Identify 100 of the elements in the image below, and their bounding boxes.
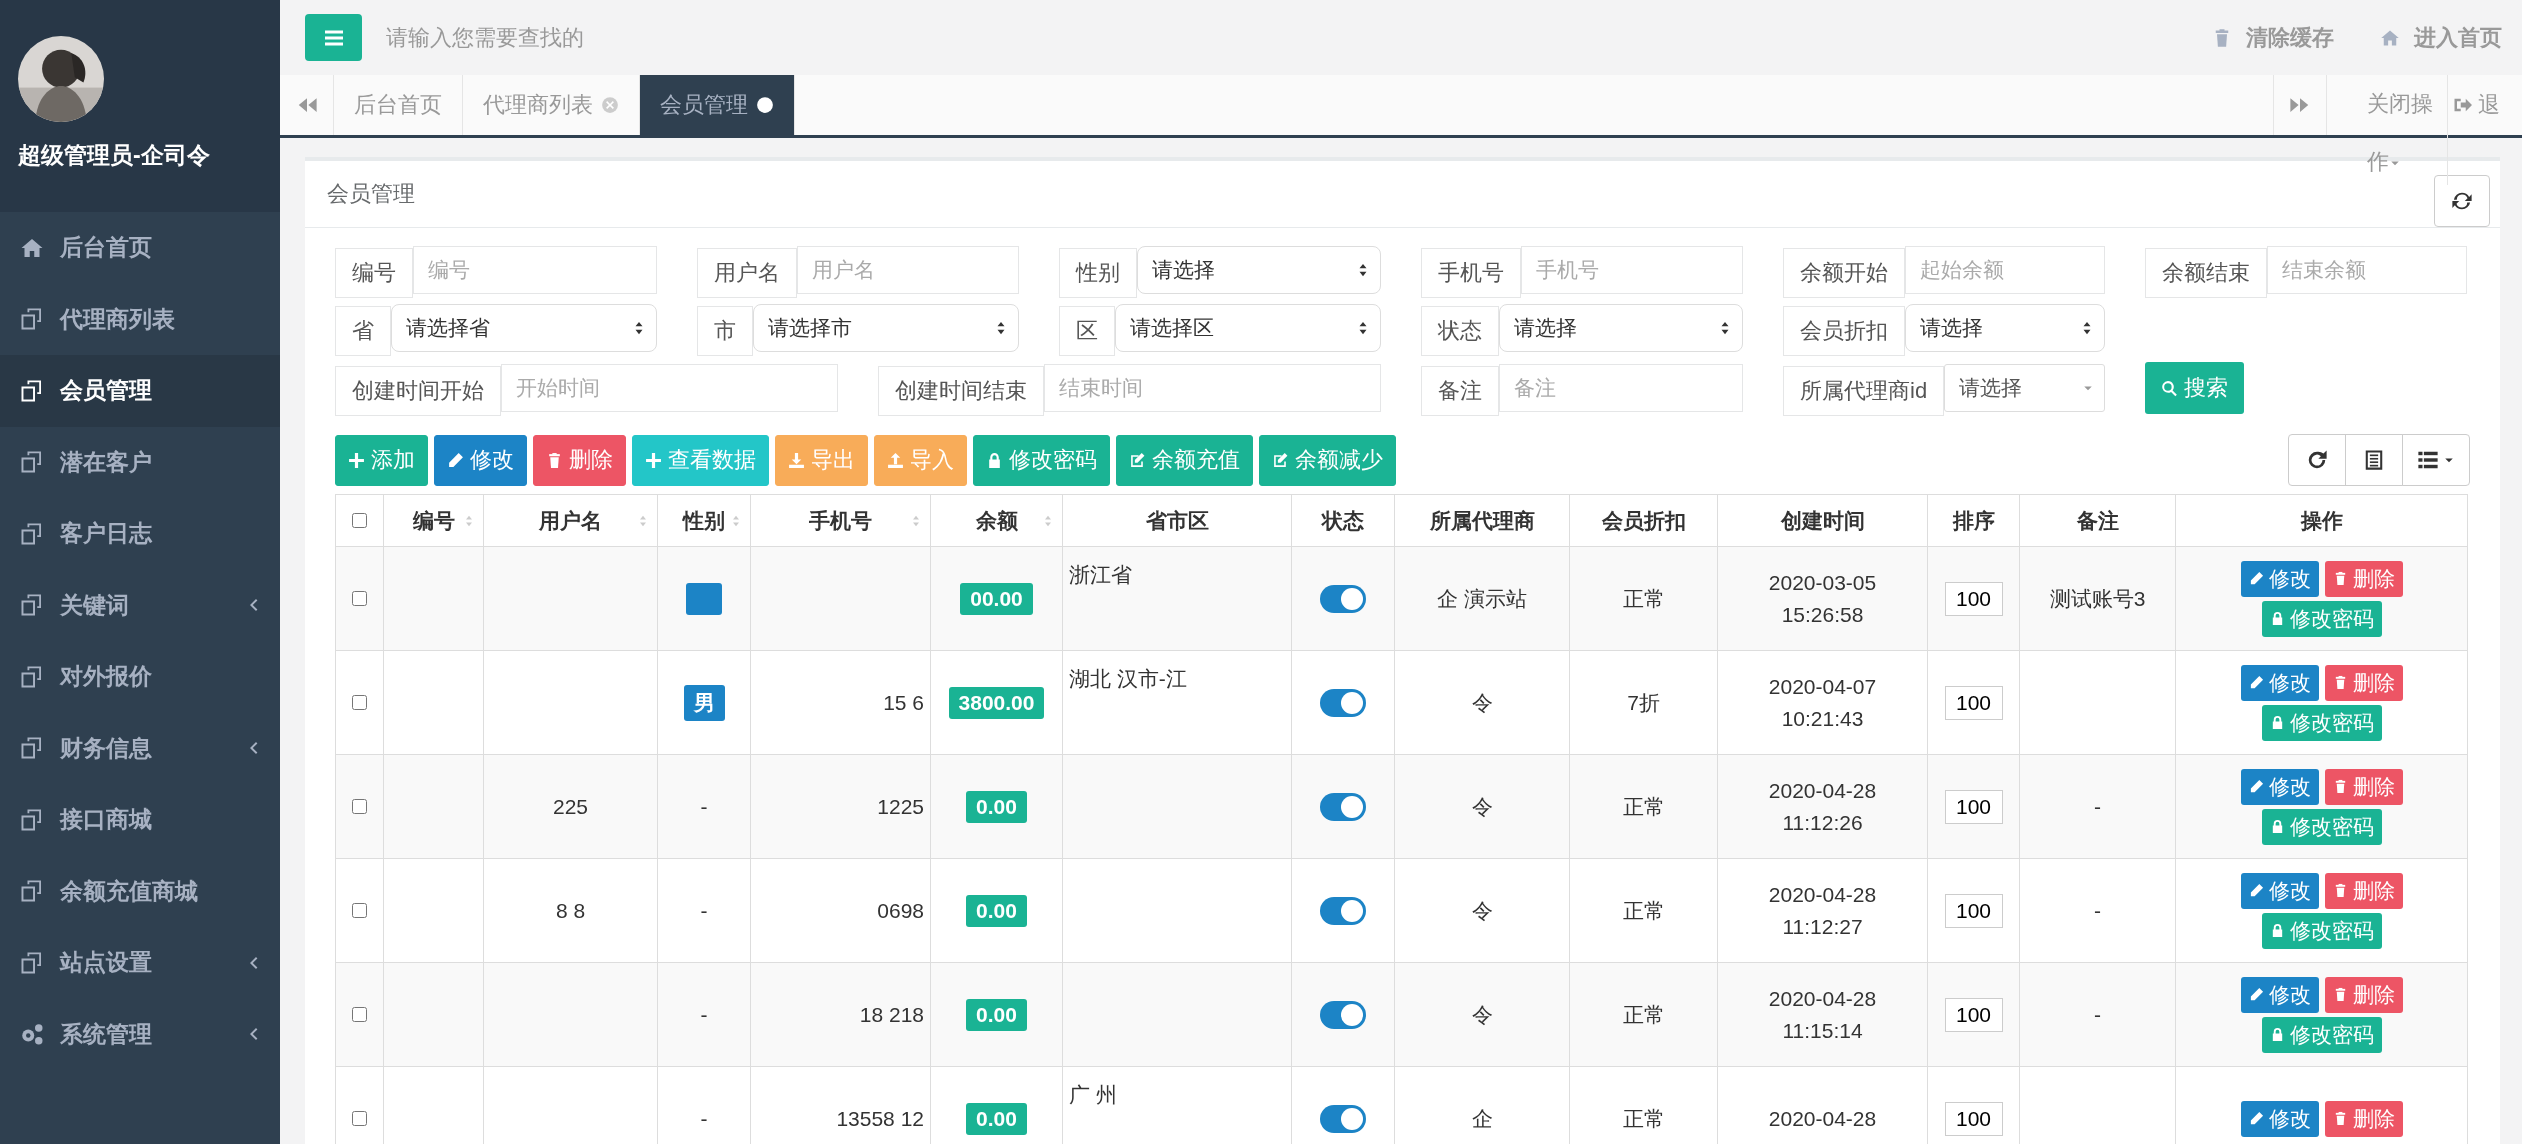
- sort-input[interactable]: 100: [1944, 893, 2003, 928]
- column-header[interactable]: 备注: [2019, 494, 2176, 547]
- row-checkbox[interactable]: [352, 1110, 367, 1126]
- toolbar-button[interactable]: 添加: [335, 434, 428, 486]
- sort-input[interactable]: 100: [1944, 685, 2003, 720]
- toggle-switch[interactable]: [1320, 688, 1366, 717]
- toggle-view-button[interactable]: [2345, 434, 2403, 486]
- toolbar-button[interactable]: 余额减少: [1259, 434, 1396, 486]
- select-field[interactable]: 请选择: [1944, 364, 2105, 412]
- input-field[interactable]: 备注: [1499, 364, 1743, 412]
- action-button[interactable]: 修改密码: [2261, 704, 2382, 741]
- sort-input[interactable]: 100: [1944, 581, 2003, 616]
- action-button[interactable]: 删除: [2324, 664, 2403, 701]
- menu-button[interactable]: [305, 14, 362, 61]
- header-link[interactable]: 进入首页: [2380, 22, 2502, 53]
- date-field[interactable]: 结束时间: [1044, 364, 1381, 412]
- action-button[interactable]: 修改密码: [2261, 808, 2382, 845]
- columns-dropdown[interactable]: [2402, 434, 2470, 486]
- action-button[interactable]: 修改: [2240, 872, 2319, 909]
- column-header[interactable]: 排序: [1927, 494, 2020, 547]
- row-checkbox[interactable]: [352, 798, 367, 814]
- table-cell: 测试账号3: [2049, 586, 2146, 610]
- column-header[interactable]: 创建时间: [1717, 494, 1928, 547]
- sidebar-item[interactable]: 站点设置: [0, 927, 280, 999]
- action-button[interactable]: 修改: [2240, 1100, 2319, 1137]
- action-button[interactable]: 修改: [2240, 768, 2319, 805]
- sort-input[interactable]: 100: [1944, 997, 2003, 1032]
- sidebar-item[interactable]: 会员管理: [0, 355, 280, 427]
- select-field[interactable]: 请选择省: [391, 304, 657, 352]
- action-button[interactable]: 修改: [2240, 976, 2319, 1013]
- column-header[interactable]: 操作: [2175, 494, 2468, 547]
- action-button[interactable]: 修改密码: [2261, 912, 2382, 949]
- row-checkbox[interactable]: [352, 590, 367, 606]
- tab[interactable]: 后台首页: [334, 75, 463, 135]
- action-button[interactable]: 修改: [2240, 560, 2319, 597]
- pages-icon: [20, 950, 44, 975]
- row-checkbox[interactable]: [352, 902, 367, 918]
- toolbar-button[interactable]: 修改: [434, 434, 527, 486]
- column-header[interactable]: 省市区: [1062, 494, 1292, 547]
- column-header[interactable]: 会员折扣: [1569, 494, 1718, 547]
- date-field[interactable]: 开始时间: [501, 364, 838, 412]
- refresh-button[interactable]: [2288, 434, 2346, 486]
- select-field[interactable]: 请选择: [1905, 304, 2105, 352]
- pencil-icon: [2248, 779, 2264, 794]
- sidebar-item[interactable]: 系统管理: [0, 998, 280, 1070]
- input-field[interactable]: 结束余额: [2267, 246, 2467, 294]
- edit-icon: [1272, 451, 1289, 469]
- scroll-right-button[interactable]: [2273, 75, 2327, 135]
- column-header[interactable]: 性别: [657, 494, 751, 547]
- sidebar-item[interactable]: 财务信息: [0, 712, 280, 784]
- input-field[interactable]: 编号: [413, 246, 657, 294]
- column-header[interactable]: 用户名: [483, 494, 658, 547]
- field-label: 创建时间开始: [335, 366, 501, 416]
- column-header[interactable]: 所属代理商: [1394, 494, 1570, 547]
- sidebar-item[interactable]: 接口商城: [0, 784, 280, 856]
- action-button[interactable]: 删除: [2324, 1100, 2403, 1137]
- toolbar-button[interactable]: 修改密码: [973, 434, 1110, 486]
- sidebar-item[interactable]: 代理商列表: [0, 283, 280, 355]
- sidebar-item[interactable]: 后台首页: [0, 212, 280, 284]
- select-field[interactable]: 请选择市: [753, 304, 1019, 352]
- select-field[interactable]: 请选择区: [1115, 304, 1381, 352]
- refresh-button[interactable]: [2434, 175, 2490, 227]
- toolbar-button[interactable]: 删除: [533, 434, 626, 486]
- search-button[interactable]: 搜索: [2145, 362, 2244, 414]
- action-button[interactable]: 修改密码: [2261, 1016, 2382, 1053]
- search-field[interactable]: 请输入您需要查找的: [382, 24, 650, 51]
- header-link[interactable]: 清除缓存: [2212, 22, 2334, 53]
- column-header[interactable]: 状态: [1291, 494, 1395, 547]
- row-checkbox[interactable]: [352, 694, 367, 710]
- table-cell: 令: [1471, 1002, 1493, 1026]
- column-header[interactable]: 余额: [930, 494, 1063, 547]
- toggle-switch[interactable]: [1320, 792, 1366, 821]
- sidebar-item[interactable]: 余额充值商城: [0, 855, 280, 927]
- sidebar-item[interactable]: 关键词: [0, 569, 280, 641]
- action-button[interactable]: 修改密码: [2261, 600, 2382, 637]
- select-field[interactable]: 请选择: [1137, 246, 1381, 294]
- sidebar-item[interactable]: 对外报价: [0, 641, 280, 713]
- sidebar-item[interactable]: 客户日志: [0, 498, 280, 570]
- sort-input[interactable]: 100: [1944, 789, 2003, 824]
- column-header[interactable]: 手机号: [750, 494, 931, 547]
- column-header[interactable]: 编号: [383, 494, 484, 547]
- input-field[interactable]: 手机号: [1521, 246, 1743, 294]
- action-button[interactable]: 删除: [2324, 768, 2403, 805]
- action-button[interactable]: 删除: [2324, 560, 2403, 597]
- toolbar-button[interactable]: 余额充值: [1116, 434, 1253, 486]
- row-checkbox[interactable]: [352, 1006, 367, 1022]
- action-button[interactable]: 删除: [2324, 976, 2403, 1013]
- tab[interactable]: 会员管理: [640, 75, 795, 135]
- action-button[interactable]: 删除: [2324, 872, 2403, 909]
- input-field[interactable]: 用户名: [797, 246, 1019, 294]
- sort-input[interactable]: 100: [1944, 1101, 2003, 1136]
- select-all-checkbox[interactable]: [352, 512, 367, 528]
- toggle-switch[interactable]: [1320, 1104, 1366, 1133]
- toggle-switch[interactable]: [1320, 896, 1366, 925]
- action-button[interactable]: 修改: [2240, 664, 2319, 701]
- toggle-switch[interactable]: [1320, 584, 1366, 613]
- toggle-switch[interactable]: [1320, 1000, 1366, 1029]
- select-field[interactable]: 请选择: [1499, 304, 1743, 352]
- input-field[interactable]: 起始余额: [1905, 246, 2105, 294]
- sidebar-item[interactable]: 潜在客户: [0, 426, 280, 498]
